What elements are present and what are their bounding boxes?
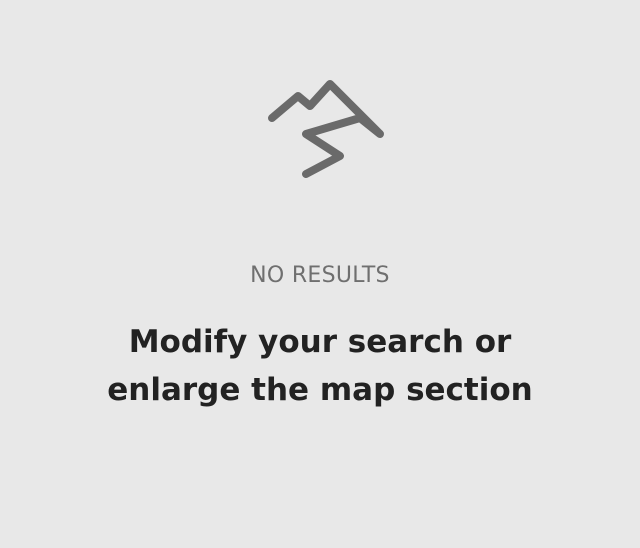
empty-state: NO RESULTS Modify your search or enlarge… [0, 0, 640, 548]
empty-state-message: Modify your search or enlarge the map se… [107, 324, 533, 408]
no-results-label: NO RESULTS [250, 263, 390, 288]
mountain-icon [266, 78, 386, 182]
